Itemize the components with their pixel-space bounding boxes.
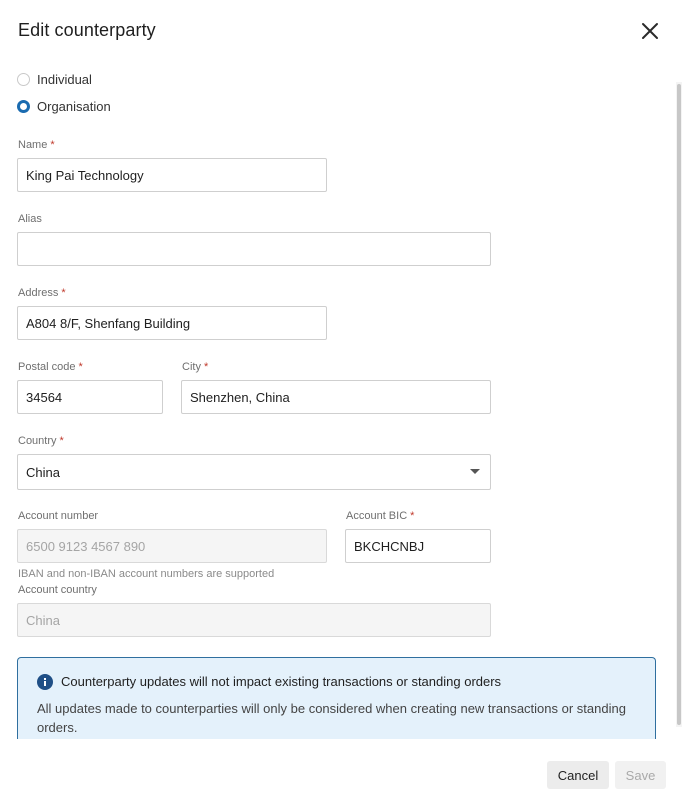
account-country-placeholder: China [26, 612, 60, 628]
city-input[interactable]: Shenzhen, China [181, 380, 491, 414]
city-label: City * [182, 361, 209, 373]
account-number-label: Account number [18, 510, 99, 522]
info-notice: Counterparty updates will not impact exi… [17, 657, 656, 747]
account-bic-value: BKCHCNBJ [354, 538, 425, 554]
country-label: Country * [18, 435, 64, 447]
close-icon [642, 23, 658, 39]
radio-organisation-circle[interactable] [17, 99, 30, 113]
account-number-input[interactable]: 6500 9123 4567 890 [17, 529, 327, 563]
city-value: Shenzhen, China [190, 389, 290, 405]
cancel-button[interactable]: Cancel [547, 761, 609, 789]
radio-individual[interactable]: Individual [17, 70, 92, 88]
account-country-label: Account country [18, 584, 97, 596]
account-number-hint: IBAN and non-IBAN account numbers are su… [18, 568, 275, 580]
radio-organisation-label: Organisation [37, 98, 111, 114]
info-icon [37, 674, 53, 690]
info-notice-body: All updates made to counterparties will … [37, 701, 626, 735]
address-input[interactable]: A804 8/F, Shenfang Building [17, 306, 327, 340]
chevron-down-icon [470, 469, 480, 474]
account-bic-input[interactable]: BKCHCNBJ [345, 529, 491, 563]
scrollbar-thumb[interactable] [677, 84, 681, 725]
country-value: China [26, 464, 60, 480]
address-value: A804 8/F, Shenfang Building [26, 315, 191, 331]
dialog-title: Edit counterparty [18, 20, 156, 40]
name-label: Name * [18, 139, 55, 151]
postal-code-label: Postal code * [18, 361, 83, 373]
name-input[interactable]: King Pai Technology [17, 158, 327, 192]
alias-input[interactable] [17, 232, 491, 266]
account-number-placeholder: 6500 9123 4567 890 [26, 538, 146, 554]
address-label: Address * [18, 287, 66, 299]
name-value: King Pai Technology [26, 167, 144, 183]
save-button[interactable]: Save [615, 761, 666, 789]
alias-label: Alias [18, 213, 42, 225]
account-bic-label: Account BIC * [346, 510, 415, 522]
radio-individual-label: Individual [37, 71, 92, 87]
postal-code-value: 34564 [26, 389, 63, 405]
country-select[interactable]: China [17, 454, 491, 490]
close-button[interactable] [638, 19, 662, 43]
radio-organisation[interactable]: Organisation [17, 97, 111, 115]
account-country-input[interactable]: China [17, 603, 491, 637]
radio-individual-circle[interactable] [17, 72, 30, 86]
postal-code-input[interactable]: 34564 [17, 380, 163, 414]
info-notice-title: Counterparty updates will not impact exi… [61, 674, 502, 689]
